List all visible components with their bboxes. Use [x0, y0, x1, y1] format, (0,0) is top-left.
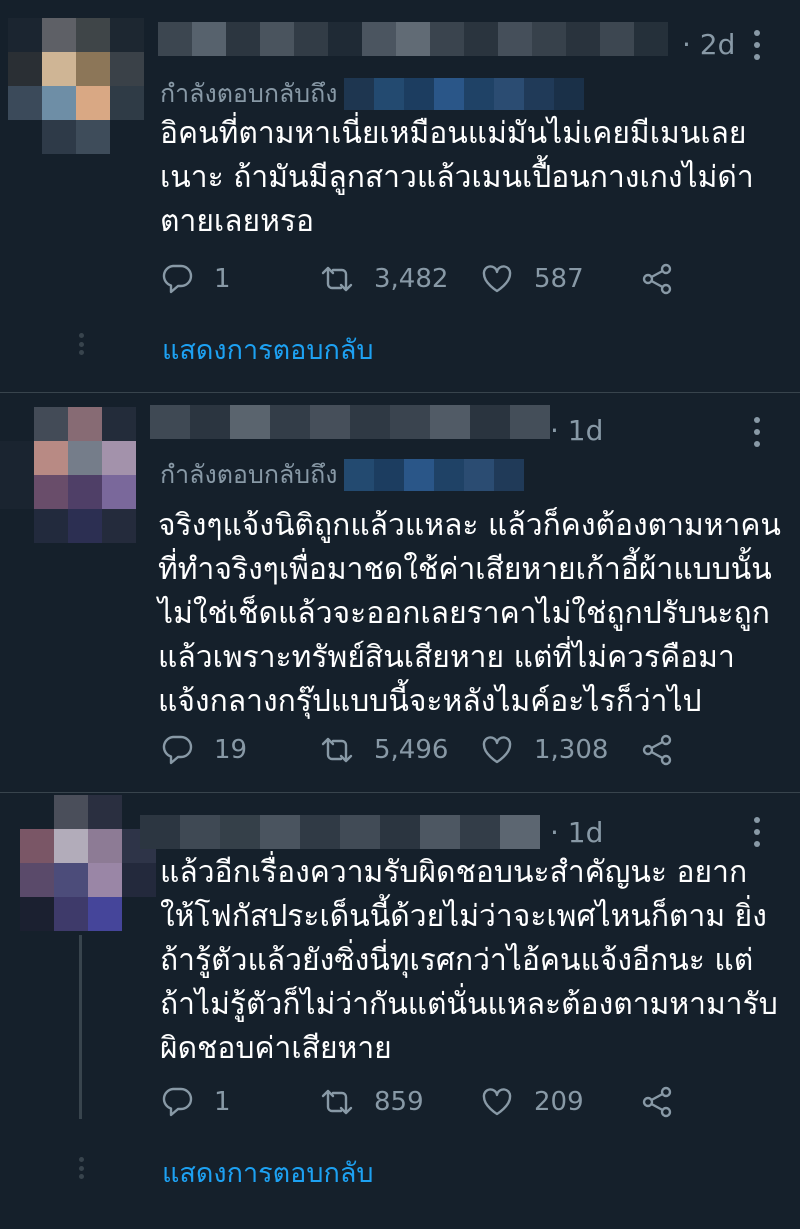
- heart-icon: [482, 265, 512, 293]
- share-icon: [642, 1086, 672, 1118]
- tweet-text: จริงๆแจ้งนิติถูกแล้วแหละ แล้วก็คงต้องตาม…: [158, 508, 781, 719]
- display-name-redacted[interactable]: [140, 815, 540, 849]
- action-bar: 1 859 209: [160, 1082, 680, 1122]
- mention-redacted[interactable]: [343, 459, 524, 491]
- more-icon[interactable]: [754, 817, 760, 847]
- avatar[interactable]: [8, 18, 144, 154]
- like-button[interactable]: 209: [480, 1082, 584, 1122]
- thread-connector: [78, 1157, 84, 1179]
- tweet-text: อิคนที่ตามหาเนี่ยเหมือนแม่มันไม่เคยมีเมน…: [160, 116, 754, 239]
- tweet-text: แล้วอีกเรื่องความรับผิดชอบนะสำคัญนะ อยาก…: [160, 855, 778, 1066]
- replying-to-label: กำลังตอบกลับถึง: [160, 460, 338, 489]
- share-icon: [642, 734, 672, 766]
- reply-icon: [162, 1087, 193, 1117]
- avatar[interactable]: [20, 795, 156, 931]
- replying-to-label: กำลังตอบกลับถึง: [160, 79, 338, 108]
- timestamp[interactable]: · 2d: [682, 28, 735, 61]
- action-bar: 1 3,482 587: [160, 259, 680, 299]
- replying-to: กำลังตอบกลับถึง: [160, 455, 524, 495]
- retweet-icon: [321, 737, 353, 763]
- reply-icon: [162, 735, 193, 765]
- action-bar: 19 5,496 1,308: [160, 730, 680, 770]
- display-name-redacted[interactable]: [158, 22, 668, 56]
- heart-icon: [482, 1088, 512, 1116]
- tweet-1[interactable]: · 2d กำลังตอบกลับถึง อิคนที่ตามหาเนี่ยเห…: [0, 0, 800, 392]
- avatar[interactable]: [0, 407, 136, 543]
- timestamp[interactable]: · 1d: [550, 414, 603, 447]
- tweet-2[interactable]: · 1d กำลังตอบกลับถึง จริงๆแจ้งนิติถูกแล้…: [0, 393, 800, 792]
- heart-icon: [482, 736, 512, 764]
- like-button[interactable]: 587: [480, 259, 584, 299]
- tweet-feed: · 2d กำลังตอบกลับถึง อิคนที่ตามหาเนี่ยเห…: [0, 0, 800, 1229]
- reply-icon: [162, 264, 193, 294]
- display-name-redacted[interactable]: [150, 405, 550, 439]
- thread-line: [79, 935, 82, 1119]
- timestamp[interactable]: · 1d: [550, 816, 603, 849]
- tweet-3[interactable]: · 1d แล้วอีกเรื่องความรับผิดชอบนะสำคัญนะ…: [0, 793, 800, 1229]
- retweet-icon: [321, 266, 353, 292]
- more-icon[interactable]: [754, 417, 760, 447]
- thread-connector: [78, 333, 84, 355]
- retweet-icon: [321, 1089, 353, 1115]
- like-button[interactable]: 1,308: [480, 730, 608, 770]
- share-button[interactable]: [640, 259, 674, 299]
- retweet-button[interactable]: 859: [320, 1082, 424, 1122]
- replying-to: กำลังตอบกลับถึง: [160, 74, 584, 114]
- show-replies-link[interactable]: แสดงการตอบกลับ: [162, 328, 374, 371]
- reply-button[interactable]: 19: [160, 730, 247, 770]
- show-replies-link[interactable]: แสดงการตอบกลับ: [162, 1151, 374, 1194]
- retweet-button[interactable]: 5,496: [320, 730, 448, 770]
- reply-button[interactable]: 1: [160, 1082, 231, 1122]
- share-button[interactable]: [640, 1082, 674, 1122]
- reply-button[interactable]: 1: [160, 259, 231, 299]
- mention-redacted[interactable]: [343, 78, 584, 110]
- more-icon[interactable]: [754, 30, 760, 60]
- retweet-button[interactable]: 3,482: [320, 259, 448, 299]
- share-button[interactable]: [640, 730, 674, 770]
- share-icon: [642, 263, 672, 295]
